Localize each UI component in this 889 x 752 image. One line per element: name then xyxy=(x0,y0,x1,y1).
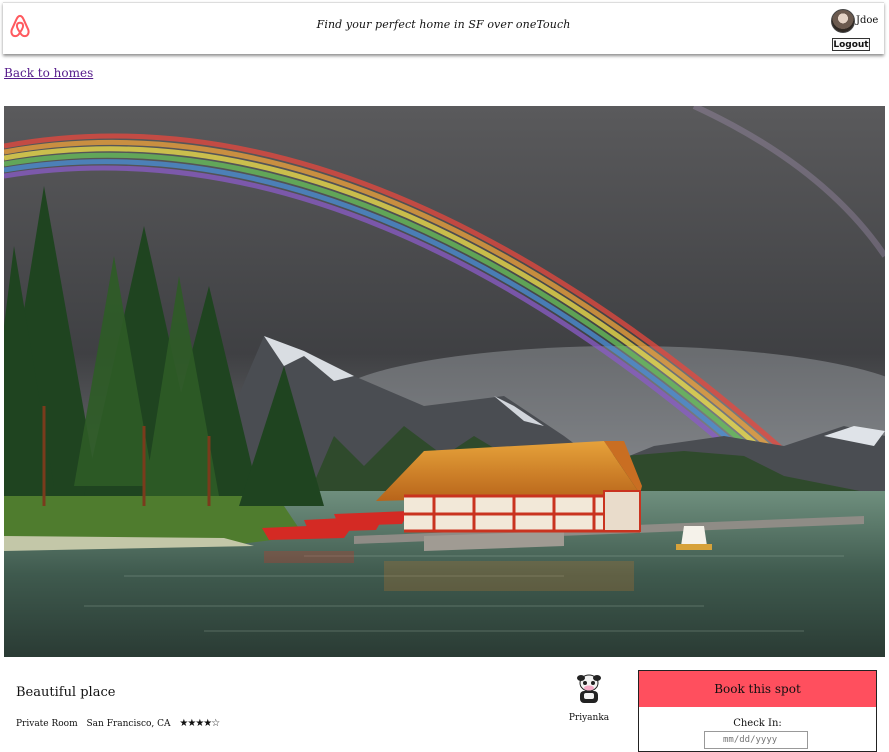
checkin-date-input[interactable] xyxy=(704,731,808,749)
checkin-label: Check In: xyxy=(733,718,782,729)
back-to-homes-link[interactable]: Back to homes xyxy=(4,66,93,80)
star-rating: ★★★★☆ xyxy=(179,718,220,729)
top-navbar: Find your perfect home in SF over oneTou… xyxy=(3,2,884,54)
listing-title: Beautiful place xyxy=(16,685,116,700)
listing-meta: Private Room San Francisco, CA ★★★★☆ xyxy=(16,718,225,729)
user-menu: Jdoe Logout xyxy=(831,9,879,53)
book-this-spot-button[interactable]: Book this spot xyxy=(639,671,876,707)
host-avatar-icon[interactable] xyxy=(572,670,606,706)
host-profile: Priyanka xyxy=(566,670,612,723)
host-name: Priyanka xyxy=(568,713,610,723)
room-type: Private Room xyxy=(16,719,78,729)
booking-panel: Book this spot Check In: xyxy=(638,670,877,752)
listing-hero-image xyxy=(4,106,885,657)
listing-location: San Francisco, CA xyxy=(86,719,171,729)
logout-button[interactable]: Logout xyxy=(832,38,870,51)
header-tagline: Find your perfect home in SF over oneTou… xyxy=(316,18,571,31)
user-avatar[interactable] xyxy=(831,9,855,33)
username: Jdoe xyxy=(856,15,879,26)
